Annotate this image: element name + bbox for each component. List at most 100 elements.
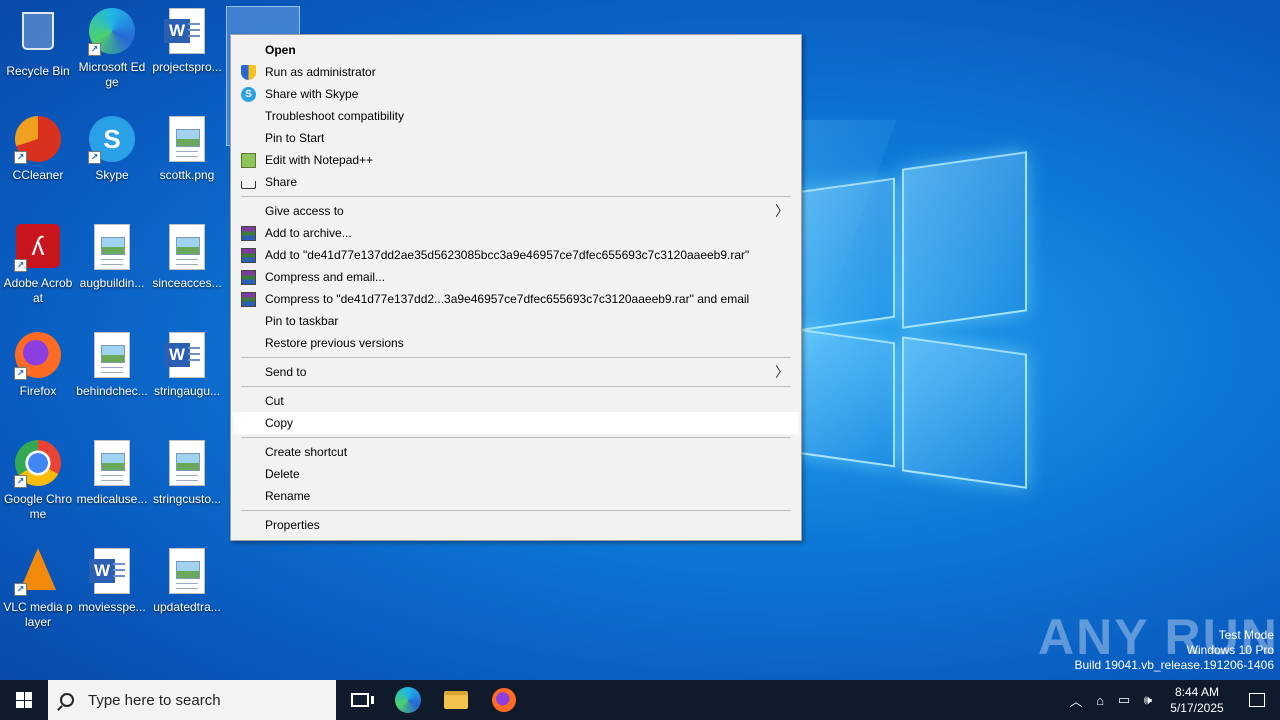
windows-wallpaper-logo — [780, 150, 1040, 490]
taskbar-search-box[interactable]: Type here to search — [48, 680, 336, 720]
winrar-icon — [241, 226, 256, 241]
menu-item-label: Create shortcut — [265, 445, 348, 459]
start-button[interactable] — [0, 680, 48, 720]
menu-item-compress-to-rar-and-email[interactable]: Compress to "de41d77e137dd2...3a9e46957c… — [231, 288, 801, 310]
menu-item-troubleshoot-compatibility[interactable]: Troubleshoot compatibility — [231, 105, 801, 127]
desktop-icon-label: sinceacces... — [152, 276, 222, 290]
desktop-icon-google-chrome[interactable]: ↗ Google Chrome — [0, 440, 76, 522]
menu-item-label: Cut — [265, 394, 284, 408]
menu-item-label: Share with Skype — [265, 87, 359, 101]
device-icon[interactable]: ⌂ — [1088, 693, 1112, 708]
firefox-icon: ↗ — [14, 332, 62, 380]
chevron-right-icon: 〉 — [775, 364, 789, 380]
task-view-button[interactable] — [336, 680, 384, 720]
desktop-icon-label: VLC media player — [3, 600, 73, 629]
menu-item-label: Share — [265, 175, 298, 189]
desktop-icon-augbuildin[interactable]: augbuildin... — [74, 224, 150, 291]
windows-logo-icon — [16, 692, 32, 708]
skype-icon: S — [241, 87, 256, 102]
desktop-icon-sinceacces[interactable]: sinceacces... — [149, 224, 225, 291]
network-icon[interactable]: ▭ — [1112, 692, 1136, 708]
ccleaner-icon: ↗ — [14, 116, 62, 164]
menu-item-properties[interactable]: Properties — [231, 514, 801, 536]
menu-item-label: Delete — [265, 467, 300, 481]
chevron-up-icon[interactable]: ︿ — [1064, 691, 1088, 710]
menu-item-cut[interactable]: Cut — [231, 390, 801, 412]
menu-item-share-with-skype[interactable]: S Share with Skype — [231, 83, 801, 105]
menu-item-label: Send to — [265, 365, 307, 379]
desktop-icon-label: Skype — [95, 168, 129, 182]
menu-item-copy[interactable]: Copy — [233, 412, 799, 434]
menu-item-create-shortcut[interactable]: Create shortcut — [231, 441, 801, 463]
action-center-button[interactable] — [1234, 693, 1280, 707]
menu-item-add-to-archive[interactable]: Add to archive... — [231, 222, 801, 244]
desktop-icon-label: medicaluse... — [76, 492, 148, 506]
desktop-icon-ccleaner[interactable]: ↗ CCleaner — [0, 116, 76, 183]
menu-item-label: Add to "de41d77e137dd2ae35d5623085bcc3a9… — [265, 248, 750, 262]
desktop-icon-stringaugu[interactable]: W stringaugu... — [149, 332, 225, 399]
menu-item-restore-previous-versions[interactable]: Restore previous versions — [231, 332, 801, 354]
desktop-icon-label: behindchec... — [76, 384, 148, 398]
desktop-icon-firefox[interactable]: ↗ Firefox — [0, 332, 76, 399]
menu-item-label: Open — [265, 43, 296, 57]
menu-item-rename[interactable]: Rename — [231, 485, 801, 507]
desktop-icon-moviesspe[interactable]: W moviesspe... — [74, 548, 150, 615]
menu-item-label: Restore previous versions — [265, 336, 404, 350]
uac-shield-icon — [241, 65, 256, 80]
chevron-right-icon: 〉 — [775, 203, 789, 219]
recycle-bin-icon — [14, 12, 62, 60]
system-tray: ︿ ⌂ ▭ 🕪 8:44 AM 5/17/2025 — [1064, 680, 1280, 720]
menu-separator — [231, 507, 801, 514]
desktop-icon-updatedtra[interactable]: updatedtra... — [149, 548, 225, 615]
taskbar-edge-button[interactable] — [384, 680, 432, 720]
desktop-icon-skype[interactable]: S ↗ Skype — [74, 116, 150, 183]
image-file-icon — [163, 224, 211, 272]
desktop-icon-label: moviesspe... — [78, 600, 146, 614]
menu-item-give-access-to[interactable]: Give access to 〉 — [231, 200, 801, 222]
desktop-icon-microsoft-edge[interactable]: ↗ Microsoft Edge — [74, 8, 150, 90]
winrar-icon — [241, 270, 256, 285]
desktop-icon-stringcusto[interactable]: stringcusto... — [149, 440, 225, 507]
desktop-icon-vlc[interactable]: ↗ VLC media player — [0, 548, 76, 630]
notification-icon — [1249, 693, 1265, 707]
menu-item-send-to[interactable]: Send to 〉 — [231, 361, 801, 383]
taskbar: Type here to search ︿ ⌂ ▭ 🕪 8:44 AM 5/17… — [0, 680, 1280, 720]
task-view-icon — [351, 693, 374, 707]
menu-item-pin-to-taskbar[interactable]: Pin to taskbar — [231, 310, 801, 332]
skype-icon: S ↗ — [88, 116, 136, 164]
menu-item-share[interactable]: Share — [231, 171, 801, 193]
volume-icon[interactable]: 🕪 — [1136, 692, 1160, 708]
desktop-icon-label: Firefox — [19, 384, 57, 398]
word-doc-icon: W — [88, 548, 136, 596]
menu-item-edit-with-notepad-plus-plus[interactable]: Edit with Notepad++ — [231, 149, 801, 171]
desktop-icon-adobe-acrobat[interactable]: ʎ ↗ Adobe Acrobat — [0, 224, 76, 306]
search-placeholder: Type here to search — [88, 691, 221, 709]
menu-item-label: Add to archive... — [265, 226, 352, 240]
desktop-icon-label: stringaugu... — [153, 384, 221, 398]
desktop-icon-label: projectspro... — [152, 60, 222, 74]
menu-item-add-to-rar[interactable]: Add to "de41d77e137dd2ae35d5623085bcc3a9… — [231, 244, 801, 266]
menu-item-pin-to-start[interactable]: Pin to Start — [231, 127, 801, 149]
desktop-icon-medicaluse[interactable]: medicaluse... — [74, 440, 150, 507]
desktop-icon-recycle-bin[interactable]: Recycle Bin — [0, 8, 76, 79]
menu-item-delete[interactable]: Delete — [231, 463, 801, 485]
taskbar-firefox-button[interactable] — [480, 680, 528, 720]
menu-item-label: Troubleshoot compatibility — [265, 109, 404, 123]
menu-separator — [231, 193, 801, 200]
desktop-icon-label: Recycle Bin — [6, 64, 70, 78]
desktop-icon-behindchec[interactable]: behindchec... — [74, 332, 150, 399]
menu-item-run-as-administrator[interactable]: Run as administrator — [231, 61, 801, 83]
taskbar-clock[interactable]: 8:44 AM 5/17/2025 — [1160, 684, 1234, 716]
vlc-icon: ↗ — [14, 548, 62, 596]
menu-item-compress-and-email[interactable]: Compress and email... — [231, 266, 801, 288]
image-file-icon — [88, 332, 136, 380]
taskbar-file-explorer-button[interactable] — [432, 680, 480, 720]
desktop-icon-scottk[interactable]: scottk.png — [149, 116, 225, 183]
desktop-icon-projectspro[interactable]: W projectspro... — [149, 8, 225, 75]
image-file-icon — [88, 224, 136, 272]
menu-item-open[interactable]: Open — [231, 39, 801, 61]
menu-item-label: Compress to "de41d77e137dd2...3a9e46957c… — [265, 292, 750, 306]
clock-date: 5/17/2025 — [1170, 701, 1224, 715]
menu-item-label: Pin to Start — [265, 131, 325, 145]
watermark-line: Windows 10 Pro — [1186, 643, 1274, 657]
